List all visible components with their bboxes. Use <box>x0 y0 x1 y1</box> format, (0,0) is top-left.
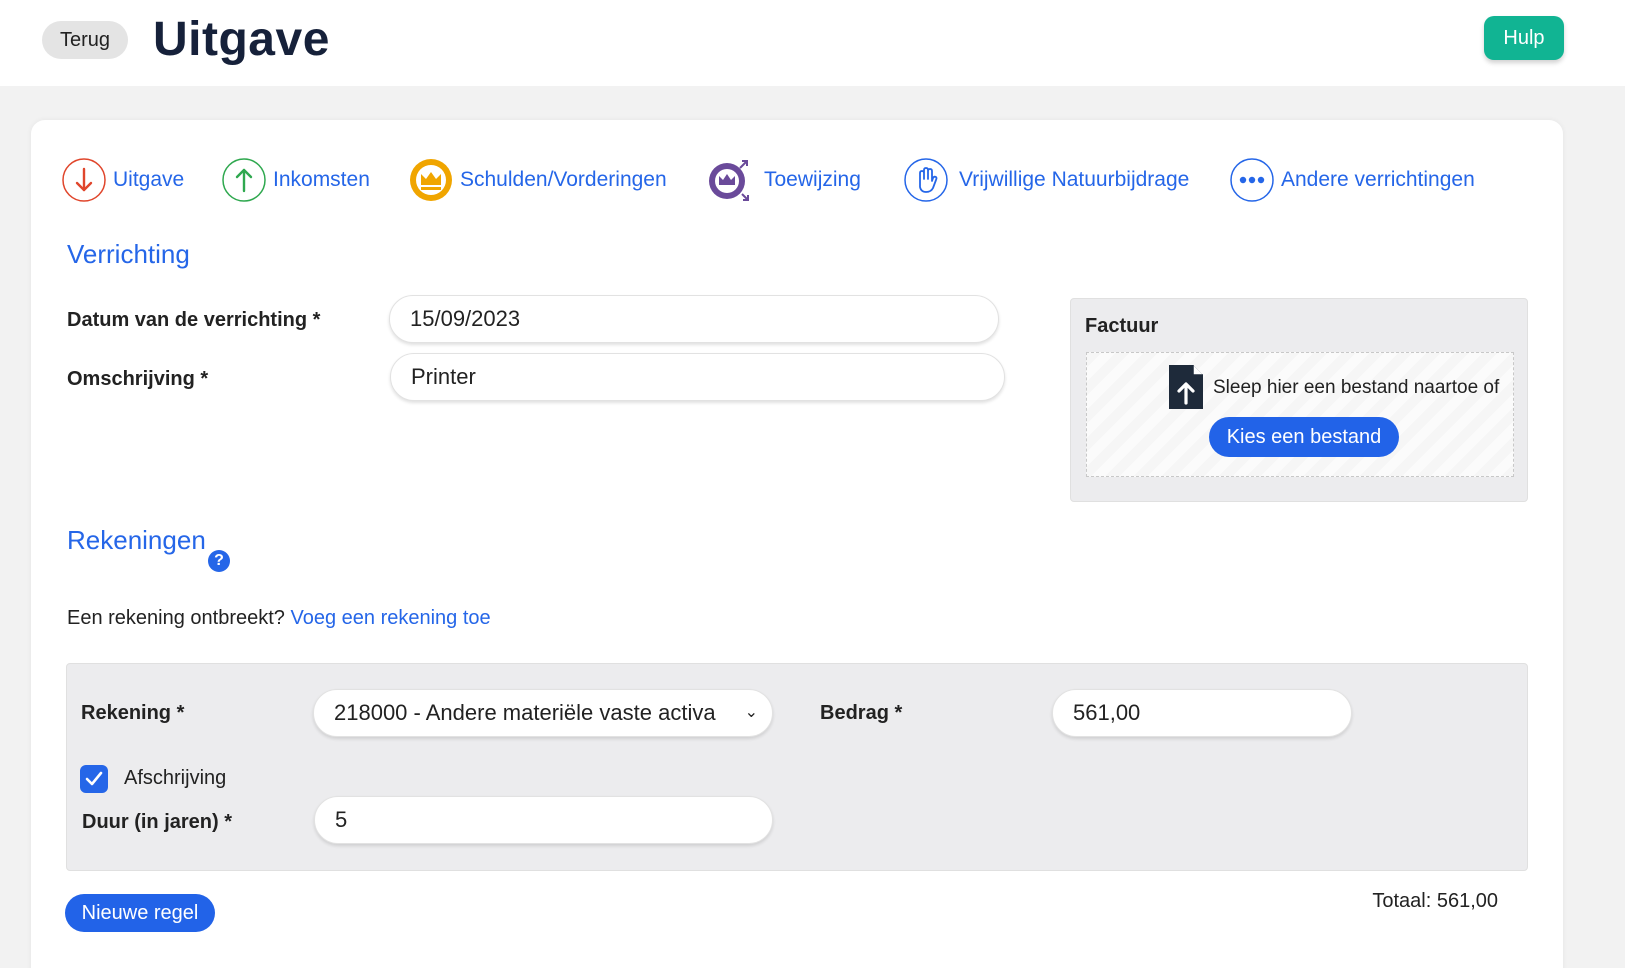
tab-uitgave[interactable]: Uitgave <box>61 155 184 205</box>
arrow-down-icon <box>62 158 106 202</box>
tab-andere-verrichtingen[interactable]: Andere verrichtingen <box>1229 155 1475 205</box>
hand-icon <box>904 158 948 202</box>
back-button[interactable]: Terug <box>42 21 128 59</box>
file-upload-icon <box>1169 365 1203 409</box>
tab-vrijwillige-natuurbijdrage[interactable]: Vrijwillige Natuurbijdrage <box>903 155 1189 205</box>
question-icon[interactable]: ? <box>208 550 230 572</box>
account-line: Rekening * 218000 - Andere materiële vas… <box>66 663 1528 871</box>
depreciation-label: Afschrijving <box>124 767 227 789</box>
file-dropzone[interactable]: Sleep hier een bestand naartoe of Kies e… <box>1086 352 1514 477</box>
tab-label: Vrijwillige Natuurbijdrage <box>959 168 1190 191</box>
top-bar: Terug Uitgave Hulp <box>0 0 1625 86</box>
duration-label: Duur (in jaren) * <box>82 811 233 833</box>
arrow-up-icon <box>222 158 266 202</box>
help-button[interactable]: Hulp <box>1484 16 1564 60</box>
missing-account-row: Een rekening ontbreekt? Voeg een rekenin… <box>67 607 491 630</box>
tab-label: Inkomsten <box>273 168 370 191</box>
more-icon <box>1230 158 1274 202</box>
account-label: Rekening * <box>81 702 185 724</box>
tab-toewijzing[interactable]: Toewijzing <box>706 155 861 205</box>
description-field[interactable] <box>390 353 1005 401</box>
new-line-button[interactable]: Nieuwe regel <box>65 894 215 932</box>
tab-inkomsten[interactable]: Inkomsten <box>221 155 370 205</box>
account-select[interactable]: 218000 - Andere materiële vaste activa ⌄ <box>313 689 773 737</box>
operation-card: Uitgave Inkomsten Schulden/Vorderingen T… <box>31 120 1563 968</box>
crown-transfer-icon <box>709 160 749 201</box>
tab-label: Schulden/Vorderingen <box>460 168 667 191</box>
crown-icon <box>410 159 452 201</box>
invoice-panel: Factuur Sleep hier een bestand naartoe o… <box>1070 298 1528 502</box>
tab-label: Uitgave <box>113 168 185 191</box>
chevron-down-icon: ⌄ <box>744 704 758 721</box>
duration-field[interactable] <box>314 796 773 844</box>
missing-account-text: Een rekening ontbreekt? <box>67 607 285 629</box>
section-title-rekeningen: Rekeningen <box>67 525 206 555</box>
section-title-verrichting: Verrichting <box>67 239 190 269</box>
invoice-title: Factuur <box>1085 315 1159 337</box>
account-select-value: 218000 - Andere materiële vaste activa <box>334 700 716 725</box>
date-label: Datum van de verrichting * <box>67 309 321 331</box>
tab-label: Andere verrichtingen <box>1281 168 1475 191</box>
depreciation-checkbox[interactable] <box>80 765 108 793</box>
add-account-link[interactable]: Voeg een rekening toe <box>291 607 491 629</box>
checkmark-icon <box>85 771 103 786</box>
dropzone-text: Sleep hier een bestand naartoe of <box>1213 377 1500 398</box>
tab-schulden-vorderingen[interactable]: Schulden/Vorderingen <box>408 155 667 205</box>
description-label: Omschrijving * <box>67 368 209 390</box>
choose-file-button[interactable]: Kies een bestand <box>1209 417 1399 457</box>
date-field[interactable] <box>389 295 999 343</box>
amount-field[interactable] <box>1052 689 1352 737</box>
amount-label: Bedrag * <box>820 702 903 724</box>
page-title: Uitgave <box>153 13 330 66</box>
tab-label: Toewijzing <box>764 168 861 191</box>
total-amount: Totaal: 561,00 <box>1372 890 1498 912</box>
